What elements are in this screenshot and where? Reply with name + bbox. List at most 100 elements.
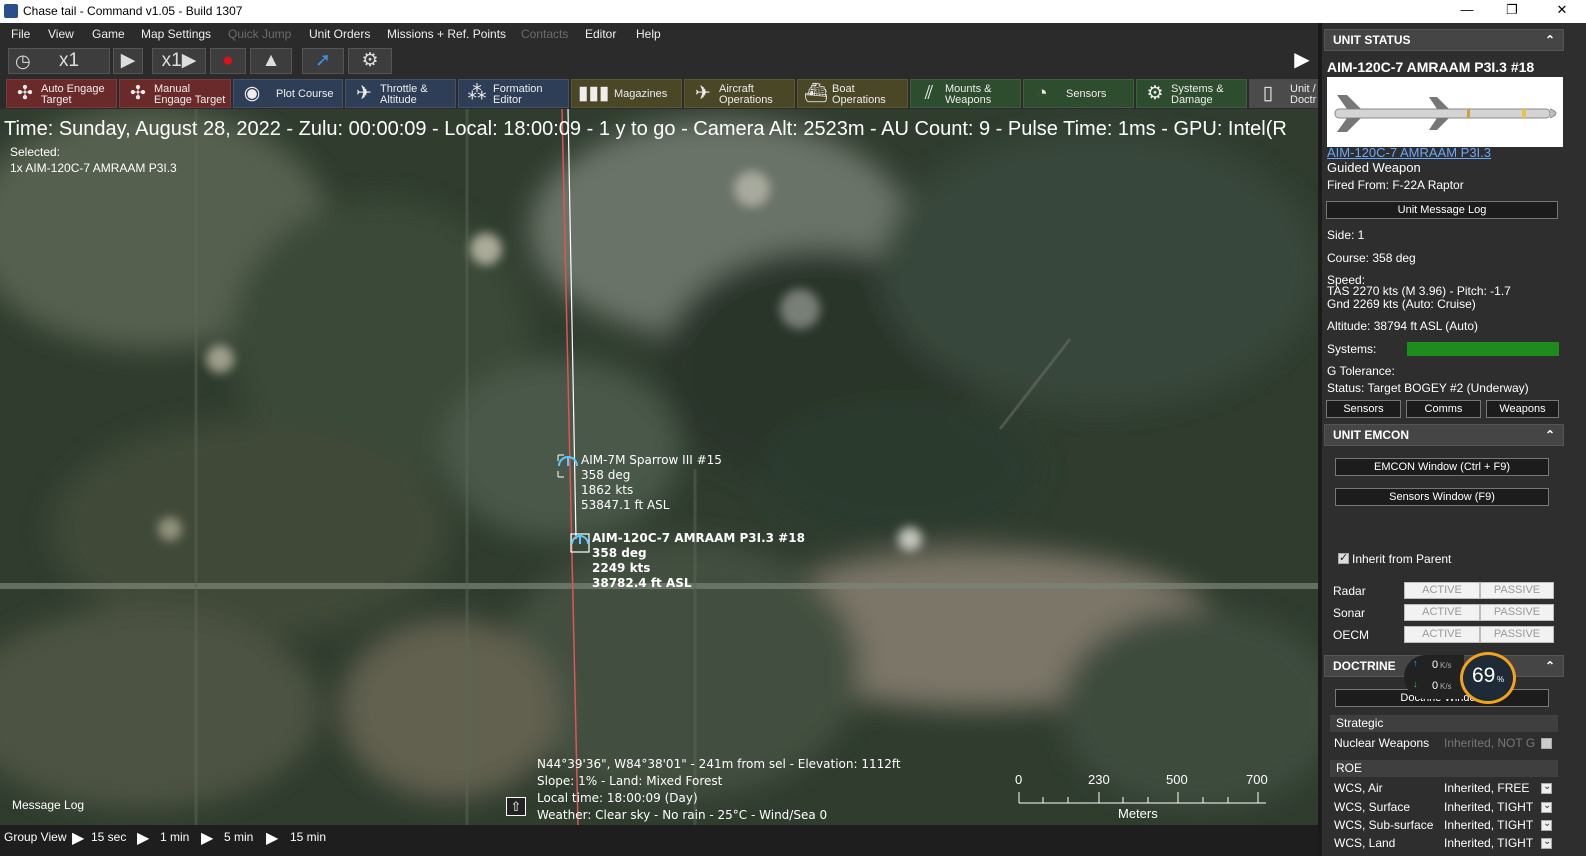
message-log-expand-button[interactable]: ⇧ [506,797,526,816]
wcs-surface-value[interactable]: Inherited, TIGHT [1444,801,1533,814]
unit2-course: 358 deg [592,546,647,560]
wcs-air-dropdown[interactable]: ⌄ [1541,781,1552,794]
record-button[interactable]: ● [210,48,246,74]
menu-editor[interactable]: Editor [585,27,616,41]
oecm-passive-toggle[interactable]: PASSIVE [1480,626,1554,643]
unit-doctrine-button[interactable]: ▯ Unit / Doctr [1249,79,1318,108]
menu-game[interactable]: Game [92,27,125,41]
terrain-icon: ▲ [261,50,281,71]
step-1min[interactable]: 1 min [160,830,189,844]
radar-active-toggle[interactable]: ACTIVE [1404,582,1480,599]
menu-help[interactable]: Help [636,27,661,41]
menu-file[interactable]: File [11,27,30,41]
collapse-icon: ⌃ [1544,33,1555,47]
aircraft-operations-button[interactable]: ✈ Aircraft Operations [684,79,795,108]
manual-engage-target-button[interactable]: ✣ Manual Engage Target [119,79,231,108]
restore-button[interactable]: ❐ [1497,2,1527,18]
menu-bar: File View Game Map Settings Quick Jump U… [0,23,1318,45]
magazines-button[interactable]: ▮▮▮ Magazines [571,79,682,108]
menu-missions[interactable]: Missions + Ref. Points [387,27,506,41]
play-icon: ▶ [266,830,279,847]
checkmark-icon: ✓ [1339,552,1349,564]
systems-label: Systems: [1327,342,1377,356]
wcs-land-label: WCS, Land [1334,836,1396,850]
record-icon: ● [222,50,234,71]
window-titlebar: Chase tail - Command v1.05 - Build 1307 … [0,0,1586,23]
sonar-passive-toggle[interactable]: PASSIVE [1480,604,1554,621]
play-icon: ▶ [181,50,197,71]
route-button[interactable]: ➚ [302,48,344,74]
oecm-active-toggle[interactable]: ACTIVE [1404,626,1480,643]
play-button[interactable]: ▶ [113,48,143,74]
selection-info: Selected: 1x AIM-120C-7 AMRAAM P3I.3 [10,144,177,176]
step-15min[interactable]: 15 min [290,830,326,844]
tab-comms[interactable]: Comms [1406,400,1481,418]
mounts-weapons-button[interactable]: ⫽ Mounts & Weapons [910,79,1021,108]
wcs-subsurface-value[interactable]: Inherited, TIGHT [1444,819,1533,832]
boat-icon: ⛴ [804,83,829,104]
selected-value: 1x AIM-120C-7 AMRAAM P3I.3 [10,161,177,175]
gauge-percent: 69 [1472,664,1496,687]
scale-tick-3: 700 [1246,772,1268,787]
menu-view[interactable]: View [48,27,74,41]
auto-engage-target-button[interactable]: ✣ Auto Engage Target [6,79,117,108]
systems-damage-button[interactable]: ⚙ Systems & Damage [1136,79,1247,108]
sensors-label: Sensors [1066,88,1107,100]
speed-gnd: Gnd 2269 kts (Auto: Cruise) [1327,297,1476,311]
menu-unit-orders[interactable]: Unit Orders [309,27,370,41]
crosshair-icon: ✣ [17,83,33,104]
chevron-right-icon: ▶ [1294,49,1310,71]
message-log-label[interactable]: Message Log [12,798,84,812]
unit-label-amraam: AIM-120C-7 AMRAAM P3I.3 #18 358 deg 2249… [592,531,805,591]
group-view-label: Group View [4,830,67,844]
collapse-panel-button[interactable]: ▶ [1290,45,1314,75]
tab-sensors[interactable]: Sensors [1326,400,1401,418]
wcs-air-value[interactable]: Inherited, FREE [1444,782,1529,795]
minimize-button[interactable]: — [1452,2,1482,17]
sensors-button[interactable]: ◔ Sensors [1023,79,1134,108]
wcs-subsurface-dropdown[interactable]: ⌄ [1541,818,1552,831]
boat-operations-button[interactable]: ⛴ Boat Operations [797,79,908,108]
terrain-button[interactable]: ▲ [250,48,292,74]
inherit-from-parent-checkbox[interactable]: ✓ [1338,552,1349,564]
radar-passive-toggle[interactable]: PASSIVE [1480,582,1554,599]
sonar-active-toggle[interactable]: ACTIVE [1404,604,1480,621]
plot-course-button[interactable]: ◉ Plot Course [233,79,343,108]
throttle-icon: ✈ [356,83,372,104]
close-button[interactable]: ✕ [1547,2,1577,18]
boat-ops-label: Boat Operations [832,83,886,106]
unit-status-header[interactable]: UNIT STATUS ⌃ [1324,29,1564,51]
sensors-window-button[interactable]: Sensors Window (F9) [1335,488,1549,506]
formation-editor-button[interactable]: ⁂ Formation Editor [458,79,569,108]
menu-map-settings[interactable]: Map Settings [141,27,211,41]
plot-course-label: Plot Course [276,88,334,100]
menu-contacts[interactable]: Contacts [521,27,568,41]
unit-emcon-header[interactable]: UNIT EMCON ⌃ [1324,424,1564,446]
cursor-weather: Weather: Clear sky - No rain - 25°C - Wi… [537,808,828,822]
network-speed-gauge[interactable]: ↑ 0 K/s ↓ 0 K/s 69 % [1404,652,1518,704]
throttle-altitude-button[interactable]: ✈ Throttle & Altitude [345,79,456,108]
unit2-speed: 2249 kts [592,561,651,575]
unit1-name: AIM-7M Sparrow III #15 [581,453,722,467]
wcs-surface-dropdown[interactable]: ⌄ [1541,800,1552,813]
wcs-land-value[interactable]: Inherited, TIGHT [1444,837,1533,850]
unit-doctrine-label: Unit / Doctr [1290,83,1317,106]
menu-quick-jump[interactable]: Quick Jump [228,27,291,41]
aircraft-icon: ✈ [695,83,711,104]
time-step-button[interactable]: x1▶ [152,48,206,74]
emcon-window-button[interactable]: EMCON Window (Ctrl + F9) [1335,458,1549,476]
tab-weapons[interactable]: Weapons [1486,400,1559,418]
unit-class-link[interactable]: AIM-120C-7 AMRAAM P3I.3 [1327,145,1491,160]
nuclear-dropdown[interactable] [1541,738,1552,749]
settings-button[interactable]: ⚙ [348,48,392,74]
wcs-land-dropdown[interactable]: ⌄ [1541,836,1552,849]
manual-engage-label: Manual Engage Target [154,83,226,106]
systems-label: Systems & Damage [1171,83,1224,106]
step-15sec[interactable]: 15 sec [91,830,126,844]
step-5min[interactable]: 5 min [224,830,253,844]
unit-message-log-button[interactable]: Unit Message Log [1326,201,1558,219]
download-unit: K/s [1440,682,1452,691]
time-compression-control[interactable]: ◷ x1 [8,48,110,74]
nuclear-weapons-value[interactable]: Inherited, NOT G [1444,737,1535,750]
wcs-air-label: WCS, Air [1334,781,1383,795]
